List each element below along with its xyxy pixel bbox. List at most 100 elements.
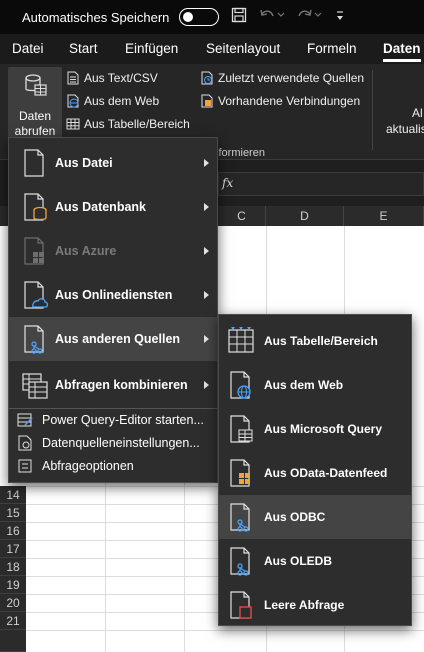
web-icon [230,371,251,399]
redo-icon[interactable] [297,8,323,26]
chevron-right-icon [204,203,209,211]
ribbon-separator [372,70,373,150]
menu-item-label: Abfragen kombinieren [55,378,188,392]
tab-formeln[interactable]: Formeln [307,41,357,56]
text-file-icon [67,71,79,85]
get-data-menu: Aus Datei Aus Datenbank Aus Azure Aus On… [8,137,218,483]
column-header-c[interactable]: C [218,206,266,226]
refresh-label-1: Al [412,106,423,120]
menu-item-from-other-sources[interactable]: Aus anderen Quellen [9,317,217,361]
undo-icon[interactable] [259,8,285,26]
menu-item-label: Aus Datenbank [55,200,146,214]
autosave-label: Automatisches Speichern [22,9,170,25]
from-web-label: Aus dem Web [84,94,160,108]
submenu-item-from-odata[interactable]: Aus OData-Datenfeed [219,451,411,495]
submenu-item-from-odbc[interactable]: Aus ODBC [219,495,411,539]
submenu-item-from-table[interactable]: Aus Tabelle/Bereich [219,319,411,363]
odata-feed-icon [230,459,250,487]
from-table-button[interactable]: Aus Tabelle/Bereich [66,117,190,131]
menu-item-label: Aus Onlinediensten [55,288,173,302]
odbc-icon [230,503,250,532]
customize-toolbar-icon[interactable] [335,9,345,26]
recent-sources-button[interactable]: Zuletzt verwendete Quellen [200,71,364,85]
submenu-item-from-oledb[interactable]: Aus OLEDB [219,539,411,583]
menu-item-label: Datenquelleneinstellungen... [42,436,200,450]
submenu-item-blank-query[interactable]: Leere Abfrage [219,583,411,627]
column-header-e[interactable]: E [344,206,424,226]
table-range-icon [228,327,254,353]
menu-item-from-file[interactable]: Aus Datei [9,141,217,185]
existing-connections-label: Vorhandene Verbindungen [218,94,361,108]
from-table-label: Aus Tabelle/Bereich [84,117,190,131]
title-bar: Automatisches Speichern [0,0,424,34]
get-data-label-1: Daten [18,109,52,123]
submenu-item-label: Aus dem Web [264,378,344,392]
tab-daten[interactable]: Daten [383,41,421,62]
submenu-item-from-web[interactable]: Aus dem Web [219,363,411,407]
row-header[interactable]: 14 [0,486,26,504]
tab-datei[interactable]: Datei [12,41,44,56]
blank-query-icon [230,591,252,619]
from-text-csv-button[interactable]: Aus Text/CSV [66,71,158,85]
menu-item-label: Abfrageoptionen [42,459,134,473]
row-header [0,630,26,652]
menu-item-data-source-settings[interactable]: Datenquelleneinstellungen... [9,432,217,454]
oledb-icon [230,547,250,576]
chevron-right-icon [204,291,209,299]
formula-input[interactable] [218,172,424,196]
menu-item-query-options[interactable]: Abfrageoptionen [9,455,217,477]
menu-item-label: Aus anderen Quellen [55,332,181,346]
row-header[interactable]: 20 [0,594,26,612]
power-query-editor-icon [17,413,33,427]
column-header-d[interactable]: D [266,206,344,226]
menu-item-label: Aus Azure [55,244,117,258]
menu-item-label: Aus Datei [55,156,113,170]
tab-seitenlayout[interactable]: Seitenlayout [206,41,280,56]
chevron-right-icon [204,159,209,167]
menu-item-label: Power Query-Editor starten... [42,413,204,427]
data-source-settings-icon [18,435,32,451]
save-icon[interactable] [231,7,247,27]
get-data-button[interactable]: Daten abrufen [8,67,62,139]
menu-item-from-database[interactable]: Aus Datenbank [9,185,217,229]
submenu-item-from-microsoft-query[interactable]: Aus Microsoft Query [219,407,411,451]
web-icon [67,94,79,108]
row-header[interactable]: 16 [0,522,26,540]
recent-sources-icon [201,71,213,85]
ribbon-tabs: Datei Start Einfügen Seitenlayout Formel… [0,34,424,64]
refresh-all-button[interactable]: aktualisi [386,122,424,136]
table-icon [66,118,80,130]
other-sources-icon [24,325,44,354]
microsoft-query-icon [230,415,253,443]
menu-item-combine-queries[interactable]: Abfragen kombinieren [9,363,217,407]
existing-connections-icon [201,94,213,108]
submenu-item-label: Aus Microsoft Query [264,422,383,436]
submenu-item-label: Aus OData-Datenfeed [264,466,388,480]
row-header[interactable]: 19 [0,576,26,594]
azure-icon [24,237,44,265]
row-header[interactable]: 15 [0,504,26,522]
database-icon [24,193,47,221]
other-sources-submenu: Aus Tabelle/Bereich Aus dem Web Aus Micr… [218,314,412,626]
chevron-right-icon [204,335,209,343]
autosave-toggle[interactable] [179,8,220,26]
file-icon [24,149,44,177]
cloud-icon [24,281,49,309]
fx-icon[interactable]: fx [222,176,233,190]
from-web-button[interactable]: Aus dem Web [66,94,159,108]
submenu-item-label: Aus ODBC [264,510,326,524]
from-text-csv-label: Aus Text/CSV [84,71,158,85]
row-header[interactable]: 18 [0,558,26,576]
combine-queries-icon [22,373,48,399]
chevron-right-icon [204,381,209,389]
row-header[interactable]: 17 [0,540,26,558]
chevron-right-icon [204,247,209,255]
existing-connections-button[interactable]: Vorhandene Verbindungen [200,94,360,108]
menu-item-launch-power-query-editor[interactable]: Power Query-Editor starten... [9,409,217,431]
menu-item-from-azure[interactable]: Aus Azure [9,229,217,273]
menu-item-from-online-services[interactable]: Aus Onlinediensten [9,273,217,317]
tab-start[interactable]: Start [69,41,98,56]
database-table-icon [25,74,47,96]
tab-einfuegen[interactable]: Einfügen [125,41,178,56]
row-header[interactable]: 21 [0,612,26,630]
